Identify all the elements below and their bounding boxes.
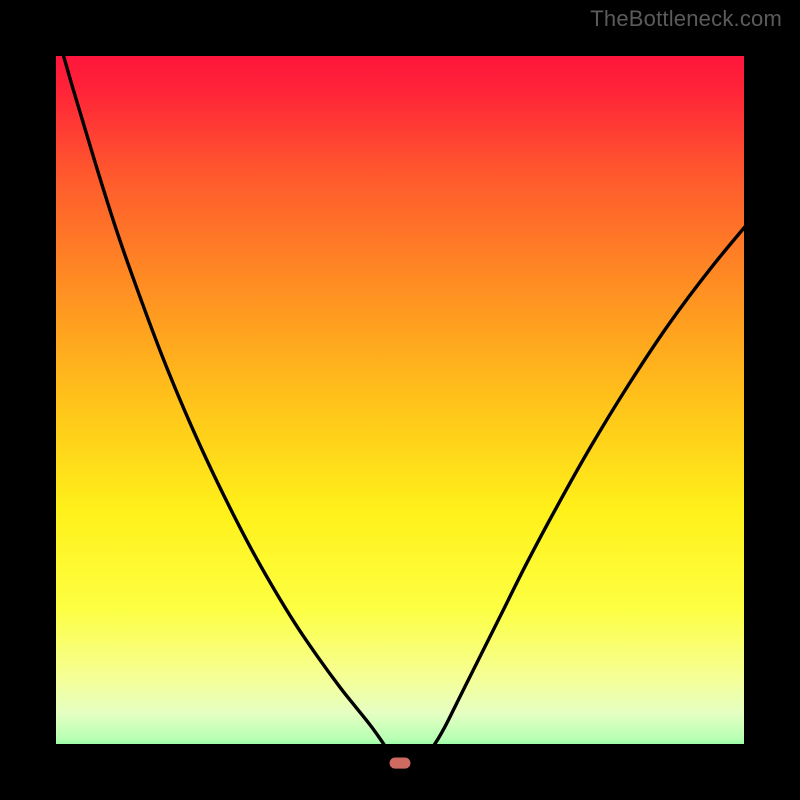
bottleneck-chart (0, 0, 800, 800)
optimal-point-marker (390, 757, 411, 768)
watermark: TheBottleneck.com (590, 6, 782, 32)
plot-background (28, 28, 772, 772)
